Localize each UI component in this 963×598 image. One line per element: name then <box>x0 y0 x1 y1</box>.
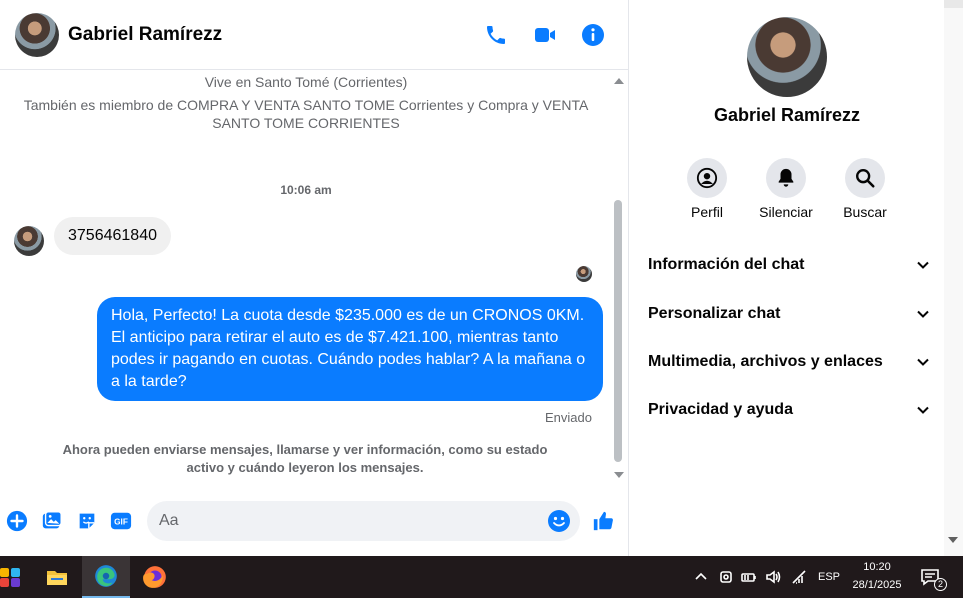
chevron-down-icon <box>917 310 929 318</box>
gif-label: GIF <box>114 518 128 527</box>
profile-label: Perfil <box>691 204 723 220</box>
scroll-down-arrow-icon[interactable] <box>614 472 624 478</box>
search-label: Buscar <box>843 204 887 220</box>
panel-contact-name: Gabriel Ramírezz <box>713 105 861 125</box>
meet-now-icon[interactable] <box>717 568 735 586</box>
message-scrollbar[interactable] <box>612 76 626 486</box>
emoji-icon[interactable] <box>547 509 571 533</box>
notification-count-badge: 2 <box>934 578 947 591</box>
incoming-message[interactable]: 3756461840 <box>54 217 171 255</box>
wifi-icon[interactable] <box>790 568 808 586</box>
sent-status: Enviado <box>545 410 592 425</box>
panel-avatar[interactable] <box>747 17 827 97</box>
profile-icon[interactable] <box>687 158 727 198</box>
section-chat-info[interactable]: Información del chat <box>648 250 930 280</box>
taskbar: ESP 10:20 28/1/2025 2 <box>0 556 963 598</box>
section-media-files-links[interactable]: Multimedia, archivos y enlaces <box>648 347 930 377</box>
section-privacy-label: Privacidad y ayuda <box>648 401 793 418</box>
section-customize-chat[interactable]: Personalizar chat <box>648 299 930 329</box>
section-customize-label: Personalizar chat <box>648 305 781 322</box>
privacy-notice: Ahora pueden enviarse mensajes, llamarse… <box>60 441 550 477</box>
outgoing-message[interactable]: Hola, Perfecto! La cuota desde $235.000 … <box>97 297 603 401</box>
image-icon[interactable] <box>39 508 65 534</box>
conversation-info-panel: Gabriel Ramírezz Perfil Silenciar Buscar… <box>628 0 944 556</box>
messenger-window: Gabriel Ramírezz Vive en Santo Tomé (Cor… <box>0 0 963 598</box>
search-icon[interactable] <box>845 158 885 198</box>
scroll-thumb[interactable] <box>614 200 622 462</box>
section-media-label: Multimedia, archivos y enlaces <box>648 353 883 370</box>
thumbs-up-icon[interactable] <box>590 508 616 534</box>
chevron-down-icon <box>917 261 929 269</box>
sticker-icon[interactable] <box>74 508 100 534</box>
chat-pane: Gabriel Ramírezz Vive en Santo Tomé (Cor… <box>0 0 628 556</box>
contact-groups-line2: SANTO TOME CORRIENTES <box>212 115 400 131</box>
privacy-notice-line2: activo y cuándo leyeron los mensajes. <box>186 460 424 475</box>
section-chat-info-label: Información del chat <box>648 256 805 273</box>
contact-avatar[interactable] <box>15 13 59 57</box>
video-camera-icon[interactable] <box>531 21 559 49</box>
chevron-down-icon <box>917 406 929 414</box>
edge-icon[interactable] <box>82 556 130 598</box>
message-timestamp: 10:06 am <box>280 183 332 197</box>
contact-location: Vive en Santo Tomé (Corrientes) <box>204 74 408 90</box>
phone-icon[interactable] <box>482 21 510 49</box>
widgets-icon[interactable] <box>0 556 34 598</box>
bell-icon[interactable] <box>766 158 806 198</box>
message-composer: GIF <box>0 494 628 550</box>
notification-center-icon[interactable]: 2 <box>920 568 947 591</box>
profile-button[interactable]: Perfil <box>667 158 747 220</box>
contact-name[interactable]: Gabriel Ramírezz <box>68 24 222 46</box>
contact-groups-line1: También es miembro de COMPRA Y VENTA SAN… <box>23 97 589 113</box>
section-privacy-help[interactable]: Privacidad y ayuda <box>648 395 930 425</box>
chat-header: Gabriel Ramírezz <box>0 0 628 70</box>
message-input-container[interactable] <box>147 501 580 541</box>
speaker-icon[interactable] <box>764 568 782 586</box>
sender-avatar[interactable] <box>14 226 44 256</box>
battery-icon[interactable] <box>740 568 758 586</box>
file-explorer-icon[interactable] <box>33 556 81 598</box>
message-list[interactable]: Vive en Santo Tomé (Corrientes) También … <box>0 71 612 487</box>
search-button[interactable]: Buscar <box>825 158 905 220</box>
clock-date[interactable]: 28/1/2025 <box>840 579 914 591</box>
message-input[interactable] <box>159 501 539 541</box>
gif-icon[interactable]: GIF <box>108 508 134 534</box>
page-scrollbar[interactable] <box>944 0 963 556</box>
read-receipt-avatar <box>576 266 592 282</box>
language-indicator[interactable]: ESP <box>818 571 840 583</box>
mute-button[interactable]: Silenciar <box>746 158 826 220</box>
page-scroll-down-arrow-icon[interactable] <box>948 537 958 543</box>
scroll-up-arrow-icon[interactable] <box>614 78 624 84</box>
firefox-icon[interactable] <box>131 556 179 598</box>
info-icon[interactable] <box>579 21 607 49</box>
chevron-up-icon[interactable] <box>692 568 710 586</box>
mute-label: Silenciar <box>759 204 813 220</box>
window-edge <box>944 0 963 8</box>
privacy-notice-line1: Ahora pueden enviarse mensajes, llamarse… <box>62 442 548 457</box>
clock-time[interactable]: 10:20 <box>840 561 914 573</box>
plus-icon[interactable] <box>4 508 30 534</box>
chevron-down-icon <box>917 358 929 366</box>
